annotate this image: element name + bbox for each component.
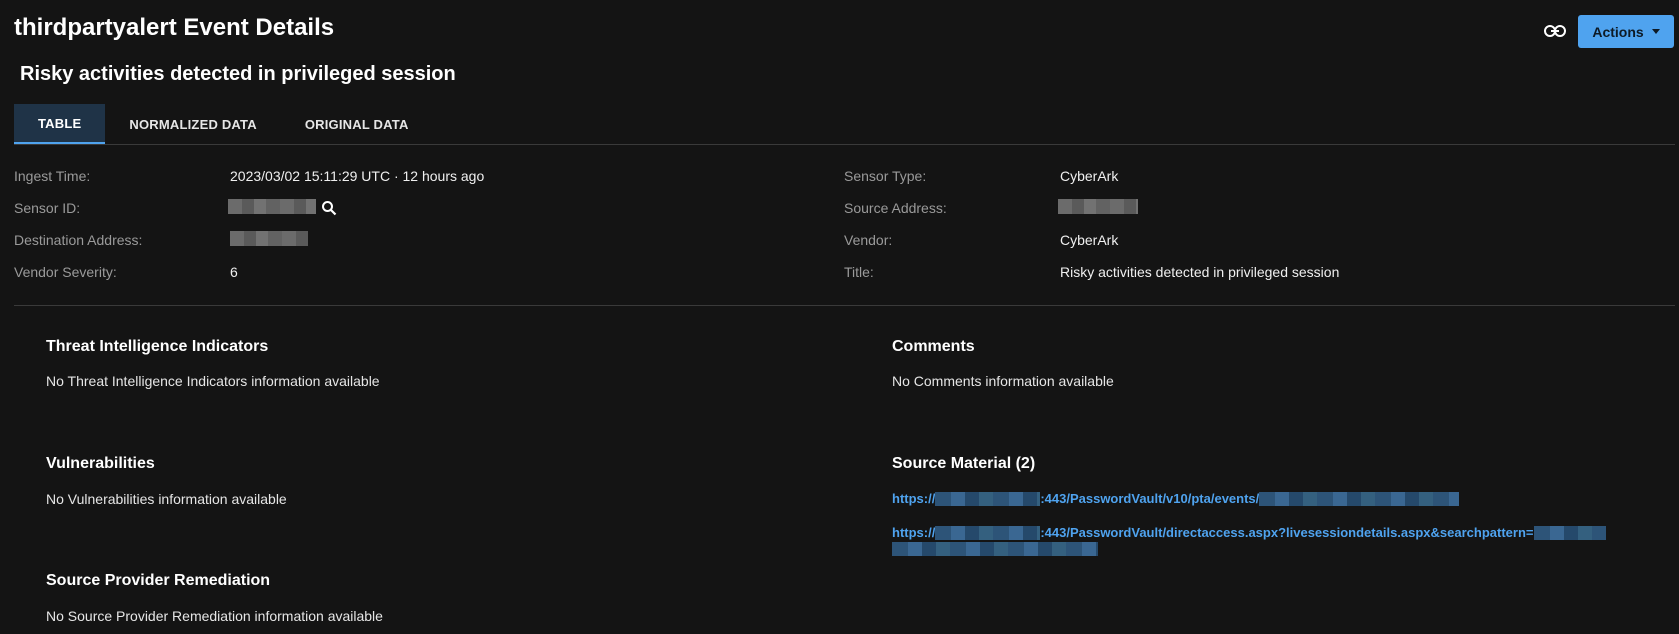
link-icon[interactable] bbox=[1542, 20, 1568, 42]
vendor-value: CyberArk bbox=[1060, 232, 1119, 248]
destination-address-value bbox=[230, 231, 308, 246]
link-2-pattern-redacted bbox=[1533, 525, 1606, 540]
page-title: thirdpartyalert Event Details bbox=[14, 14, 335, 41]
link-2-host-redacted bbox=[935, 525, 1041, 540]
tab-table[interactable]: TABLE bbox=[14, 104, 106, 144]
sensor-id-label: Sensor ID: bbox=[14, 200, 81, 216]
link-1-prefix: https:// bbox=[892, 491, 936, 507]
link-2-wrap-redacted bbox=[892, 542, 1098, 556]
vulnerabilities-title: Vulnerabilities bbox=[46, 455, 155, 472]
vendor-severity-label: Vendor Severity: bbox=[14, 264, 117, 280]
sensor-id-value bbox=[228, 199, 316, 214]
source-material-link-2[interactable]: https:// :443/PasswordVault/directaccess.… bbox=[892, 524, 1606, 540]
threat-intel-title: Threat Intelligence Indicators bbox=[46, 338, 269, 355]
link-1-host-redacted bbox=[935, 491, 1041, 506]
sensor-type-label: Sensor Type: bbox=[844, 168, 927, 184]
tab-normalized-data[interactable]: NORMALIZED DATA bbox=[105, 104, 280, 144]
link-1-path: :443/PasswordVault/v10/pta/events/ bbox=[1040, 491, 1260, 507]
actions-label: Actions bbox=[1592, 23, 1644, 40]
event-subtitle: Risky activities detected in privileged … bbox=[20, 63, 456, 85]
vendor-severity-value: 6 bbox=[230, 264, 238, 280]
link-icon-glyph bbox=[1544, 25, 1566, 37]
ingest-time-label: Ingest Time: bbox=[14, 168, 91, 184]
link-2-path: :443/PasswordVault/directaccess.aspx?liv… bbox=[1040, 525, 1534, 541]
vulnerabilities-empty: No Vulnerabilities information available bbox=[46, 491, 287, 507]
link-1-id-redacted bbox=[1259, 491, 1460, 506]
tab-bar: TABLE NORMALIZED DATA ORIGINAL DATA bbox=[14, 104, 433, 144]
comments-empty: No Comments information available bbox=[892, 373, 1114, 389]
ingest-time-value: 2023/03/02 15:11:29 UTC · 12 hours ago bbox=[230, 168, 485, 184]
actions-button[interactable]: Actions bbox=[1578, 15, 1674, 48]
source-address-label: Source Address: bbox=[844, 200, 947, 216]
title-value: Risky activities detected in privileged … bbox=[1060, 264, 1340, 280]
threat-intel-empty: No Threat Intelligence Indicators inform… bbox=[46, 373, 380, 389]
remediation-title: Source Provider Remediation bbox=[46, 572, 271, 589]
chevron-down-icon bbox=[1651, 29, 1660, 34]
vendor-label: Vendor: bbox=[844, 232, 893, 248]
sensor-type-value: CyberArk bbox=[1060, 168, 1119, 184]
remediation-empty: No Source Provider Remediation informati… bbox=[46, 608, 383, 624]
search-icon[interactable] bbox=[321, 200, 337, 216]
destination-address-label: Destination Address: bbox=[14, 232, 143, 248]
fields-divider bbox=[14, 305, 1675, 306]
tabs-divider bbox=[14, 144, 1675, 145]
source-address-value bbox=[1058, 199, 1138, 214]
source-material-link-1[interactable]: https:// :443/PasswordVault/v10/pta/event… bbox=[892, 490, 1460, 507]
comments-title: Comments bbox=[892, 338, 975, 355]
title-label: Title: bbox=[844, 264, 874, 280]
link-2-prefix: https:// bbox=[892, 525, 936, 541]
tab-original-data[interactable]: ORIGINAL DATA bbox=[281, 104, 433, 144]
source-material-title: Source Material (2) bbox=[892, 455, 1036, 472]
